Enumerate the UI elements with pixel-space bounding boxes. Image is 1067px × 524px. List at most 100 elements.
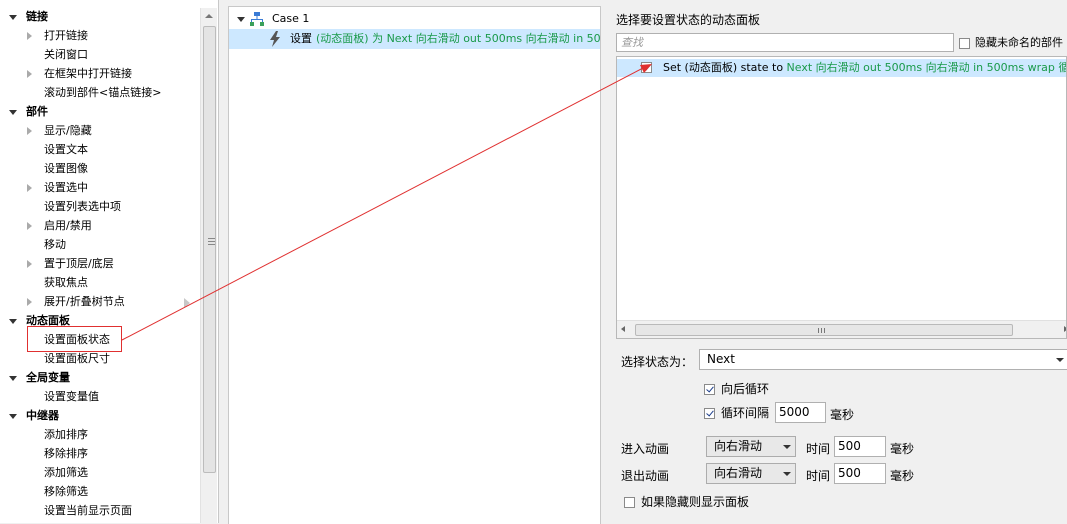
chevron-down-icon (783, 472, 791, 476)
config-title: 选择要设置状态的动态面板 (616, 13, 761, 27)
grip-line (818, 328, 819, 333)
enter-time-label: 时间 (806, 442, 831, 456)
enter-anim-label: 进入动画 (621, 442, 670, 456)
scrollbar-thumb[interactable] (203, 26, 216, 473)
select-state-label: 选择状态为： (621, 355, 694, 369)
tree-item-label: 启用/禁用 (44, 219, 92, 232)
panel-row-text: Set (动态面板) state to Next 向右滑动 out 500ms … (663, 59, 1066, 77)
hscroll-thumb[interactable] (635, 324, 1013, 336)
expand-icon[interactable] (27, 70, 32, 78)
tree-item-label: 展开/折叠树节点 (44, 295, 125, 308)
collapse-icon[interactable] (9, 15, 17, 20)
chevron-down-icon (783, 445, 791, 449)
tree-item-label: 添加排序 (44, 428, 88, 441)
ms-unit: 毫秒 (830, 408, 855, 422)
action-text: (动态面板) 为 Next 向右滑动 out 500ms 向右滑动 in 500… (316, 32, 600, 45)
collapse-icon[interactable] (9, 414, 17, 419)
expand-icon[interactable] (27, 127, 32, 135)
exit-anim-select[interactable]: 向右滑动 (706, 463, 796, 484)
repeat-interval-option[interactable]: 循环间隔 (704, 406, 769, 420)
exit-time-input[interactable]: 500 (834, 463, 886, 484)
enter-time-input[interactable]: 500 (834, 436, 886, 457)
tree-item-label: 滚动到部件<锚点链接> (44, 86, 162, 99)
collapse-icon[interactable] (9, 110, 17, 115)
grip-line (208, 238, 215, 239)
exit-anim-label: 退出动画 (621, 469, 670, 483)
tree-item-label: 获取焦点 (44, 276, 88, 289)
action-row[interactable]: 设置 (动态面板) 为 Next 向右滑动 out 500ms 向右滑动 in … (229, 29, 600, 49)
expand-icon[interactable] (27, 32, 32, 40)
case-editor-pane: Case 1 设置 (动态面板) 为 Next 向右滑动 out 500ms 向… (228, 6, 601, 524)
state-select[interactable]: Next (699, 349, 1067, 370)
expand-icon[interactable] (27, 184, 32, 192)
enter-anim-select[interactable]: 向右滑动 (706, 436, 796, 457)
tree-item-label: 在框架中打开链接 (44, 67, 132, 80)
scroll-left-icon[interactable] (621, 326, 625, 332)
action-prefix: 设置 (290, 32, 312, 45)
hide-unnamed-label: 隐藏未命名的部件 (975, 36, 1063, 49)
grip-line (821, 328, 822, 333)
tree-item-label: 设置文本 (44, 143, 88, 156)
panel-row-detail: Next 向右滑动 out 500ms 向右滑动 in 500ms wrap 循… (786, 61, 1066, 74)
tree-category-label: 链接 (26, 10, 48, 23)
tree-item-label: 设置变量值 (44, 390, 99, 403)
expand-icon[interactable] (27, 260, 32, 268)
action-tree-panel: 链接打开链接关闭窗口在框架中打开链接滚动到部件<锚点链接> 部件显示/隐藏设置文本… (0, 0, 219, 523)
ms-unit: 毫秒 (890, 442, 915, 456)
tree-item-label: 关闭窗口 (44, 48, 88, 61)
collapse-icon[interactable] (9, 376, 17, 381)
tree-item-label: 添加筛选 (44, 466, 88, 479)
horizontal-scrollbar[interactable] (617, 320, 1066, 338)
lightning-icon (270, 31, 280, 47)
repeat-interval-input[interactable]: 5000 (775, 402, 826, 423)
panel-row-prefix: Set (动态面板) state to (663, 61, 787, 74)
tree-item-label: 移除筛选 (44, 485, 88, 498)
highlight-box (27, 326, 122, 352)
wrap-backward-label: 向后循环 (721, 382, 770, 396)
left-vertical-scrollbar[interactable] (200, 8, 217, 523)
expand-icon[interactable] (27, 298, 32, 306)
collapse-icon[interactable] (9, 319, 17, 324)
show-if-hidden-label: 如果隐藏则显示面板 (641, 495, 750, 509)
ms-unit: 毫秒 (890, 469, 915, 483)
case-tree-icon (250, 12, 264, 26)
case-label: Case 1 (272, 12, 310, 25)
repeat-interval-checkbox[interactable] (704, 408, 715, 419)
tree-category-label: 中继器 (26, 409, 59, 422)
checkbox-icon[interactable] (959, 37, 970, 49)
tree-category-label: 部件 (26, 105, 48, 118)
panel-list-item[interactable]: Set (动态面板) state to Next 向右滑动 out 500ms … (617, 59, 1066, 77)
grip-line (208, 241, 215, 242)
show-if-hidden-option[interactable]: 如果隐藏则显示面板 (624, 495, 749, 509)
panel-checkbox[interactable] (641, 62, 652, 73)
wrap-backward-checkbox[interactable] (704, 384, 715, 395)
tree-item-label: 设置图像 (44, 162, 88, 175)
expand-icon[interactable] (27, 222, 32, 230)
search-input[interactable]: 查找 (616, 33, 954, 52)
exit-anim-value: 向右滑动 (714, 466, 763, 480)
tree-item-label: 显示/隐藏 (44, 124, 92, 137)
tree-item-label: 移除排序 (44, 447, 88, 460)
state-select-value: Next (707, 352, 735, 366)
tree-item-label: 移动 (44, 238, 66, 251)
chevron-down-icon (1056, 358, 1064, 362)
tree-item-label: 置于顶层/底层 (44, 257, 114, 270)
enter-anim-value: 向右滑动 (714, 439, 763, 453)
collapse-icon[interactable] (237, 17, 245, 22)
show-if-hidden-checkbox[interactable] (624, 497, 635, 508)
expand-right-icon[interactable] (184, 298, 190, 308)
grip-line (208, 244, 215, 245)
repeat-interval-label: 循环间隔 (721, 406, 770, 420)
tree-item-label: 设置选中 (44, 181, 88, 194)
tree-item-label: 设置当前显示页面 (44, 504, 132, 517)
tree-category-label: 全局变量 (26, 371, 70, 384)
tree-item-label: 打开链接 (44, 29, 88, 42)
config-pane: 选择要设置状态的动态面板 查找 隐藏未命名的部件 Set (动态面板) stat… (612, 0, 1067, 523)
wrap-backward-option[interactable]: 向后循环 (704, 382, 769, 396)
hide-unnamed-checkbox[interactable]: 隐藏未命名的部件 (959, 36, 1063, 50)
exit-time-label: 时间 (806, 469, 831, 483)
panel-list: Set (动态面板) state to Next 向右滑动 out 500ms … (616, 56, 1067, 339)
tree-item-label: 设置面板尺寸 (44, 352, 110, 365)
scroll-up-icon[interactable] (205, 14, 213, 18)
tree-item-label: 设置列表选中项 (44, 200, 121, 213)
